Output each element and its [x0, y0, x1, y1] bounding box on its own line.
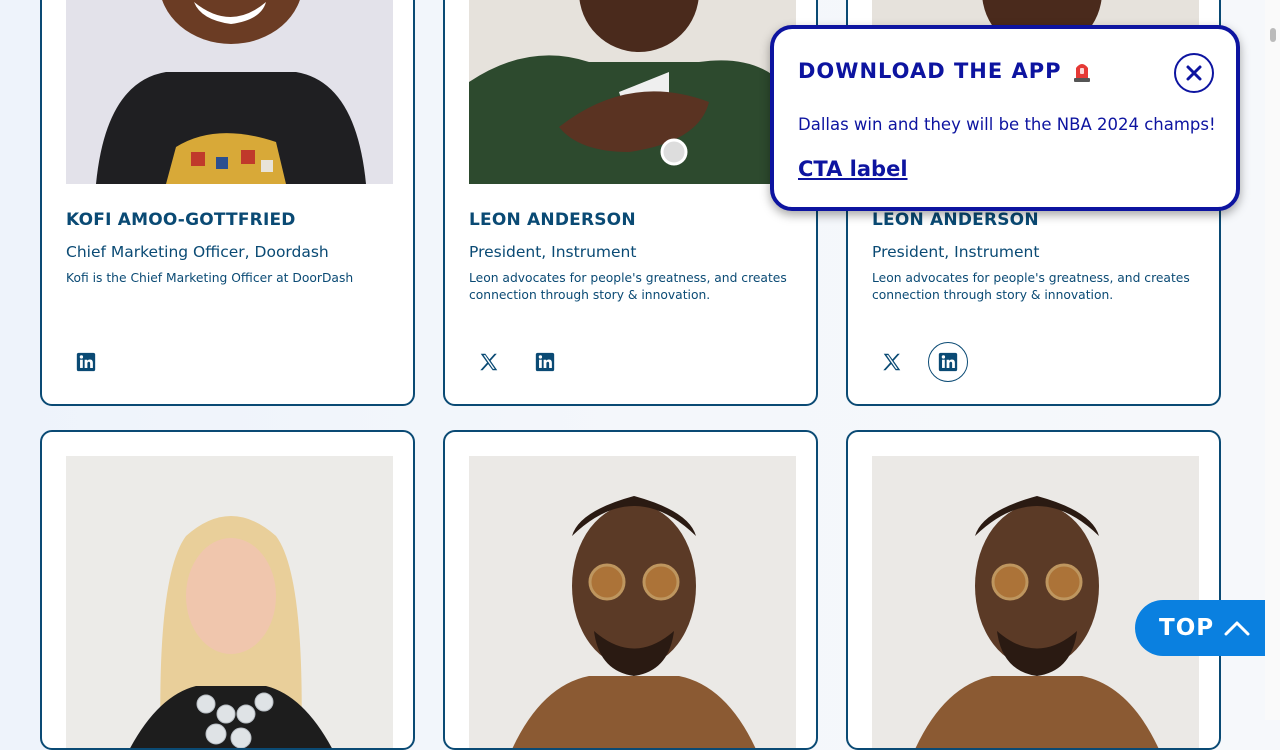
profile-role: President, Instrument: [469, 243, 637, 261]
profile-card-leon-1: LEON ANDERSON President, Instrument Leon…: [443, 0, 818, 406]
scrollbar-thumb[interactable]: [1270, 28, 1276, 42]
close-icon: [1186, 65, 1202, 81]
x-icon: [480, 353, 498, 371]
x-icon: [883, 353, 901, 371]
linkedin-icon: [76, 352, 96, 372]
x-link[interactable]: [872, 342, 912, 382]
profile-bio: Leon advocates for people's greatness, a…: [469, 271, 787, 302]
linkedin-icon: [938, 352, 958, 372]
profile-bio: Kofi is the Chief Marketing Officer at D…: [66, 271, 354, 285]
linkedin-link[interactable]: [928, 342, 968, 382]
chevron-up-icon: [1224, 621, 1250, 636]
popup-cta-link[interactable]: CTA label: [798, 157, 908, 181]
profile-name: LEON ANDERSON: [469, 210, 636, 230]
profile-name: LEON ANDERSON: [872, 210, 1039, 230]
back-to-top-button[interactable]: TOP: [1135, 600, 1265, 656]
x-link[interactable]: [469, 342, 509, 382]
close-popup-button[interactable]: [1174, 53, 1214, 93]
profile-role: President, Instrument: [872, 243, 1040, 261]
profile-name: KOFI AMOO-GOTTFRIED: [66, 210, 296, 230]
popup-title: DOWNLOAD THE APP: [798, 59, 1092, 83]
profile-card-row2-2: [443, 430, 818, 750]
linkedin-icon: [535, 352, 555, 372]
profile-card-row2-3: [846, 430, 1221, 750]
download-app-popup: DOWNLOAD THE APP Dallas win and they wil…: [770, 25, 1240, 211]
profile-card-kofi: KOFI AMOO-GOTTFRIED Chief Marketing Offi…: [40, 0, 415, 406]
profile-photo: [469, 0, 796, 184]
profile-bio: Leon advocates for people's greatness, a…: [872, 271, 1190, 302]
profile-role: Chief Marketing Officer, Doordash: [66, 243, 329, 261]
back-to-top-label: TOP: [1159, 615, 1215, 641]
profile-photo: [66, 456, 393, 748]
linkedin-link[interactable]: [525, 342, 565, 382]
page-scrollbar[interactable]: [1265, 0, 1280, 720]
profile-card-row2-1: [40, 430, 415, 750]
profile-photo: [469, 456, 796, 748]
profile-photo: [66, 0, 393, 184]
siren-emoji-icon: [1073, 64, 1090, 82]
linkedin-link[interactable]: [66, 342, 106, 382]
popup-title-text: DOWNLOAD THE APP: [798, 59, 1062, 83]
popup-message: Dallas win and they will be the NBA 2024…: [798, 115, 1216, 134]
